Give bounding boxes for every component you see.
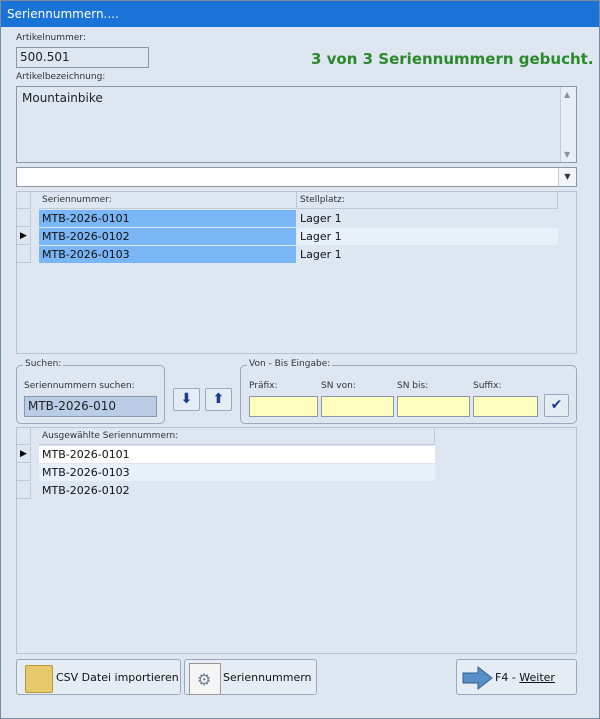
search-label: Seriennummern suchen: (24, 381, 135, 391)
suffix-label: Suffix: (473, 381, 502, 391)
status-message: 3 von 3 Seriennummern gebucht. (311, 50, 594, 68)
list-item[interactable]: MTB-2026-0102 (39, 482, 435, 499)
grid-corner (17, 428, 31, 445)
row-selector[interactable] (17, 464, 31, 481)
selected-serials-grid[interactable]: Ausgewählte Seriennummern: ▶ MTB-2026-01… (16, 427, 577, 654)
serials-grid[interactable]: Seriennummer: Stellplatz: MTB-2026-0101 … (16, 191, 577, 354)
weiter-button[interactable]: F4 - Weiter (456, 659, 577, 695)
chevron-down-icon[interactable]: ▼ (558, 168, 576, 186)
serial-dialog: Seriennummern.... Artikelnummer: 500.501… (0, 0, 600, 719)
prefix-label: Präfix: (249, 381, 278, 391)
artikelbezeichnung-text: Mountainbike (22, 91, 103, 105)
row-selector-current[interactable]: ▶ (17, 228, 31, 245)
csv-import-label: CSV Datei importieren (56, 671, 179, 684)
scroll-up-icon[interactable]: ▲ (564, 90, 570, 99)
gear-document-icon (189, 663, 221, 695)
window-title: Seriennummern.... (7, 7, 119, 21)
table-row-stellplatz[interactable]: Lager 1 (297, 228, 558, 245)
arrow-up-icon: ⬆ (212, 391, 225, 407)
move-down-button[interactable]: ⬇ (173, 388, 200, 411)
folder-icon (25, 665, 53, 693)
prefix-input[interactable] (249, 396, 318, 417)
column-header-stellplatz[interactable]: Stellplatz: (297, 192, 558, 209)
table-row-serial[interactable]: MTB-2026-0101 (39, 210, 296, 227)
checkmark-icon: ✔ (550, 397, 563, 413)
grid-corner (17, 192, 31, 209)
description-scrollbar[interactable]: ▲ ▼ (560, 87, 576, 162)
artikelnummer-field[interactable]: 500.501 (16, 47, 149, 68)
list-item[interactable]: MTB-2026-0103 (39, 464, 435, 481)
sn-von-input[interactable] (321, 396, 394, 417)
seriennummern-button[interactable]: Seriennummern (184, 659, 317, 695)
artikelbezeichnung-field[interactable]: Mountainbike ▲ ▼ (16, 86, 577, 163)
arrow-down-icon: ⬇ (180, 391, 193, 407)
range-group-title: Von - Bis Eingabe: (247, 359, 333, 369)
table-row-stellplatz[interactable]: Lager 1 (297, 246, 558, 263)
search-group-title: Suchen: (23, 359, 64, 369)
column-header-seriennummer[interactable]: Seriennummer: (39, 192, 297, 209)
sn-bis-input[interactable] (397, 396, 470, 417)
sn-bis-label: SN bis: (397, 381, 429, 391)
sn-von-label: SN von: (321, 381, 356, 391)
table-row-stellplatz[interactable]: Lager 1 (297, 210, 558, 227)
weiter-label: F4 - Weiter (495, 671, 555, 684)
column-header-selected[interactable]: Ausgewählte Seriennummern: (39, 428, 435, 445)
title-bar[interactable]: Seriennummern.... (1, 1, 599, 27)
serial-combo[interactable]: ▼ (16, 167, 577, 187)
row-selector[interactable] (17, 210, 31, 227)
range-group: Von - Bis Eingabe: Präfix: SN von: SN bi… (240, 359, 577, 424)
apply-range-button[interactable]: ✔ (544, 394, 569, 417)
weiter-shortcut: F4 - (495, 671, 520, 684)
artikelnummer-label: Artikelnummer: (16, 33, 86, 43)
table-row-serial[interactable]: MTB-2026-0102 (39, 228, 296, 245)
suffix-input[interactable] (473, 396, 538, 417)
arrow-right-icon (462, 665, 493, 691)
search-input[interactable]: MTB-2026-010 (24, 396, 157, 417)
row-selector[interactable] (17, 246, 31, 263)
scroll-down-icon[interactable]: ▼ (564, 150, 570, 159)
csv-import-button[interactable]: CSV Datei importieren (16, 659, 181, 695)
search-group: Suchen: Seriennummern suchen: MTB-2026-0… (16, 359, 165, 424)
list-item[interactable]: MTB-2026-0101 (39, 446, 435, 463)
row-selector[interactable] (17, 482, 31, 499)
seriennummern-label: Seriennummern (223, 671, 312, 684)
weiter-text: Weiter (519, 671, 555, 684)
table-row-serial[interactable]: MTB-2026-0103 (39, 246, 296, 263)
row-selector-current[interactable]: ▶ (17, 446, 31, 463)
artikelbezeichnung-label: Artikelbezeichnung: (16, 72, 106, 82)
move-up-button[interactable]: ⬆ (205, 388, 232, 411)
